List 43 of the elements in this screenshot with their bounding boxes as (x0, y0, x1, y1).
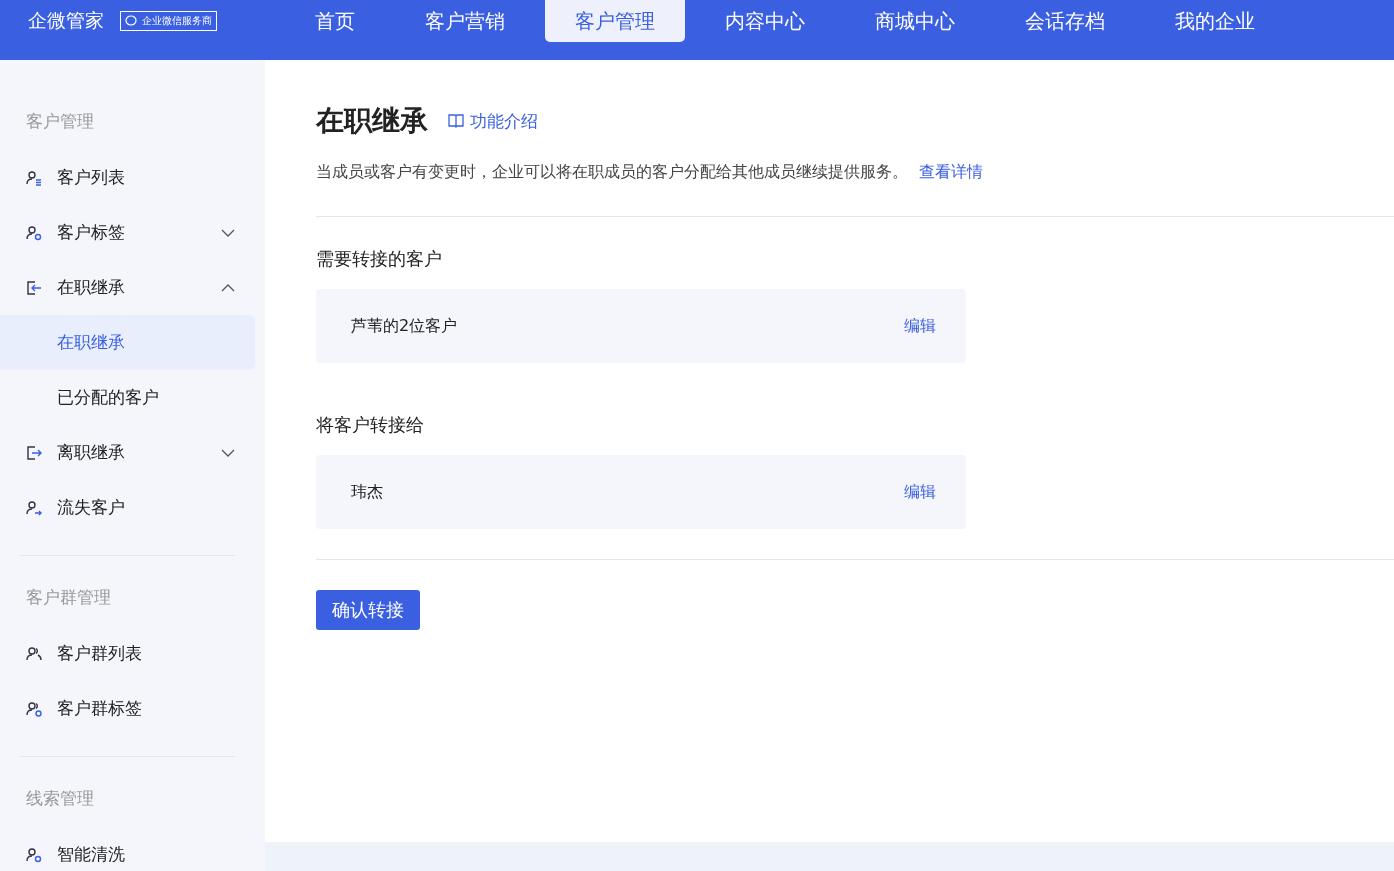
sidebar-item[interactable]: 离职继承 (0, 425, 255, 480)
confirm-button[interactable]: 确认转接 (316, 590, 420, 630)
chat-bubble-icon (125, 15, 139, 27)
user-arrow-icon (25, 498, 43, 517)
sidebar-item[interactable]: 客户群标签 (0, 681, 255, 736)
intro-link[interactable]: 功能介绍 (448, 109, 538, 133)
sidebar-item[interactable]: 在职继承 (0, 260, 255, 315)
nav-tab[interactable]: 客户管理 (545, 0, 685, 42)
group-tag-icon (25, 699, 43, 718)
sidebar-subitem[interactable]: 已分配的客户 (0, 370, 255, 425)
sidebar-item[interactable]: 智能清洗 (0, 827, 255, 871)
description: 当成员或客户有变更时，企业可以将在职成员的客户分配给其他成员继续提供服务。 查看详情 (316, 162, 1394, 217)
sidebar-item[interactable]: 客户标签 (0, 205, 255, 260)
book-icon (448, 114, 464, 128)
details-link[interactable]: 查看详情 (919, 162, 984, 183)
selection-value: 芦苇的2位客户 (351, 315, 458, 337)
user-list-icon (25, 168, 43, 187)
sidebar-section-title: 客户管理 (25, 110, 95, 133)
sidebar-subitem[interactable]: 在职继承 (0, 315, 255, 370)
exit-icon (25, 443, 43, 462)
enter-icon (25, 278, 43, 297)
sidebar-item[interactable]: 客户列表 (0, 150, 255, 205)
sidebar-item[interactable]: 客户群列表 (0, 626, 255, 681)
page-title: 在职继承 (316, 103, 428, 139)
partner-badge: 企业微信服务商 (120, 11, 217, 31)
edit-link[interactable]: 编辑 (904, 315, 936, 337)
field-label: 需要转接的客户 (316, 247, 443, 271)
sidebar-section-title: 线索管理 (25, 787, 95, 810)
nav-tab[interactable]: 首页 (285, 0, 385, 42)
edit-link[interactable]: 编辑 (904, 481, 936, 503)
sidebar-section-title: 客户群管理 (25, 586, 112, 609)
nav-tab[interactable]: 客户营销 (395, 0, 535, 42)
logo-text: 企微管家 (28, 8, 104, 33)
user-tag-icon (25, 845, 43, 864)
group-icon (25, 644, 43, 663)
field-label: 将客户转接给 (316, 413, 425, 437)
nav-tab[interactable]: 会话存档 (995, 0, 1135, 42)
nav-tab[interactable]: 内容中心 (695, 0, 835, 42)
selection-value: 玮杰 (351, 481, 383, 503)
nav-tab[interactable]: 我的企业 (1145, 0, 1285, 42)
sidebar-item[interactable]: 流失客户 (0, 480, 255, 535)
nav-tab[interactable]: 商城中心 (845, 0, 985, 42)
user-tag-icon (25, 223, 43, 242)
